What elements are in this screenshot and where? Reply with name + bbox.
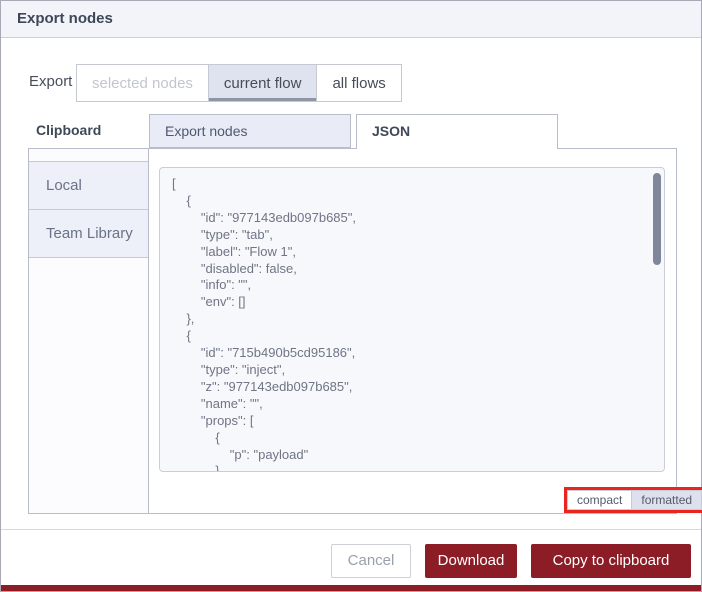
json-export-content: [ { "id": "977143edb097b685", "type": "t… <box>172 176 356 472</box>
format-formatted-button[interactable]: formatted <box>632 491 702 509</box>
cancel-button[interactable]: Cancel <box>331 544 411 578</box>
copy-to-clipboard-button[interactable]: Copy to clipboard <box>531 544 691 578</box>
footer-divider <box>1 529 701 530</box>
export-scope-label: Export <box>29 73 73 90</box>
sidebar-item-local[interactable]: Local <box>29 161 148 210</box>
dialog-header: Export nodes <box>1 1 701 38</box>
scope-all-flows-button[interactable]: all flows <box>317 65 401 101</box>
json-export-textarea[interactable]: [ { "id": "977143edb097b685", "type": "t… <box>159 167 665 472</box>
clipboard-group-label: Clipboard <box>36 122 102 138</box>
annotation-highlight: compact formatted <box>564 487 702 513</box>
scope-selected-nodes-button[interactable]: selected nodes <box>77 65 209 101</box>
format-toggle-group: compact formatted <box>567 490 702 510</box>
library-content-panel: Local Team Library [ { "id": "977143edb0… <box>28 148 702 514</box>
scrollbar-thumb[interactable] <box>653 173 661 265</box>
download-button[interactable]: Download <box>425 544 517 578</box>
format-compact-button[interactable]: compact <box>568 491 633 509</box>
bottom-accent-bar <box>1 585 701 591</box>
library-sidebar: Local Team Library <box>29 149 149 513</box>
tab-export-nodes[interactable]: Export nodes <box>149 114 351 148</box>
dialog-title: Export nodes <box>17 10 113 27</box>
export-nodes-dialog: Export nodes Export selected nodes curre… <box>0 0 702 592</box>
library-sidebar-list: Local Team Library <box>29 161 148 258</box>
tab-json[interactable]: JSON <box>356 114 558 149</box>
scope-current-flow-button[interactable]: current flow <box>208 65 318 101</box>
export-scope-toggle-group: selected nodes current flow all flows <box>76 64 402 102</box>
sidebar-item-team-library[interactable]: Team Library <box>29 210 148 258</box>
